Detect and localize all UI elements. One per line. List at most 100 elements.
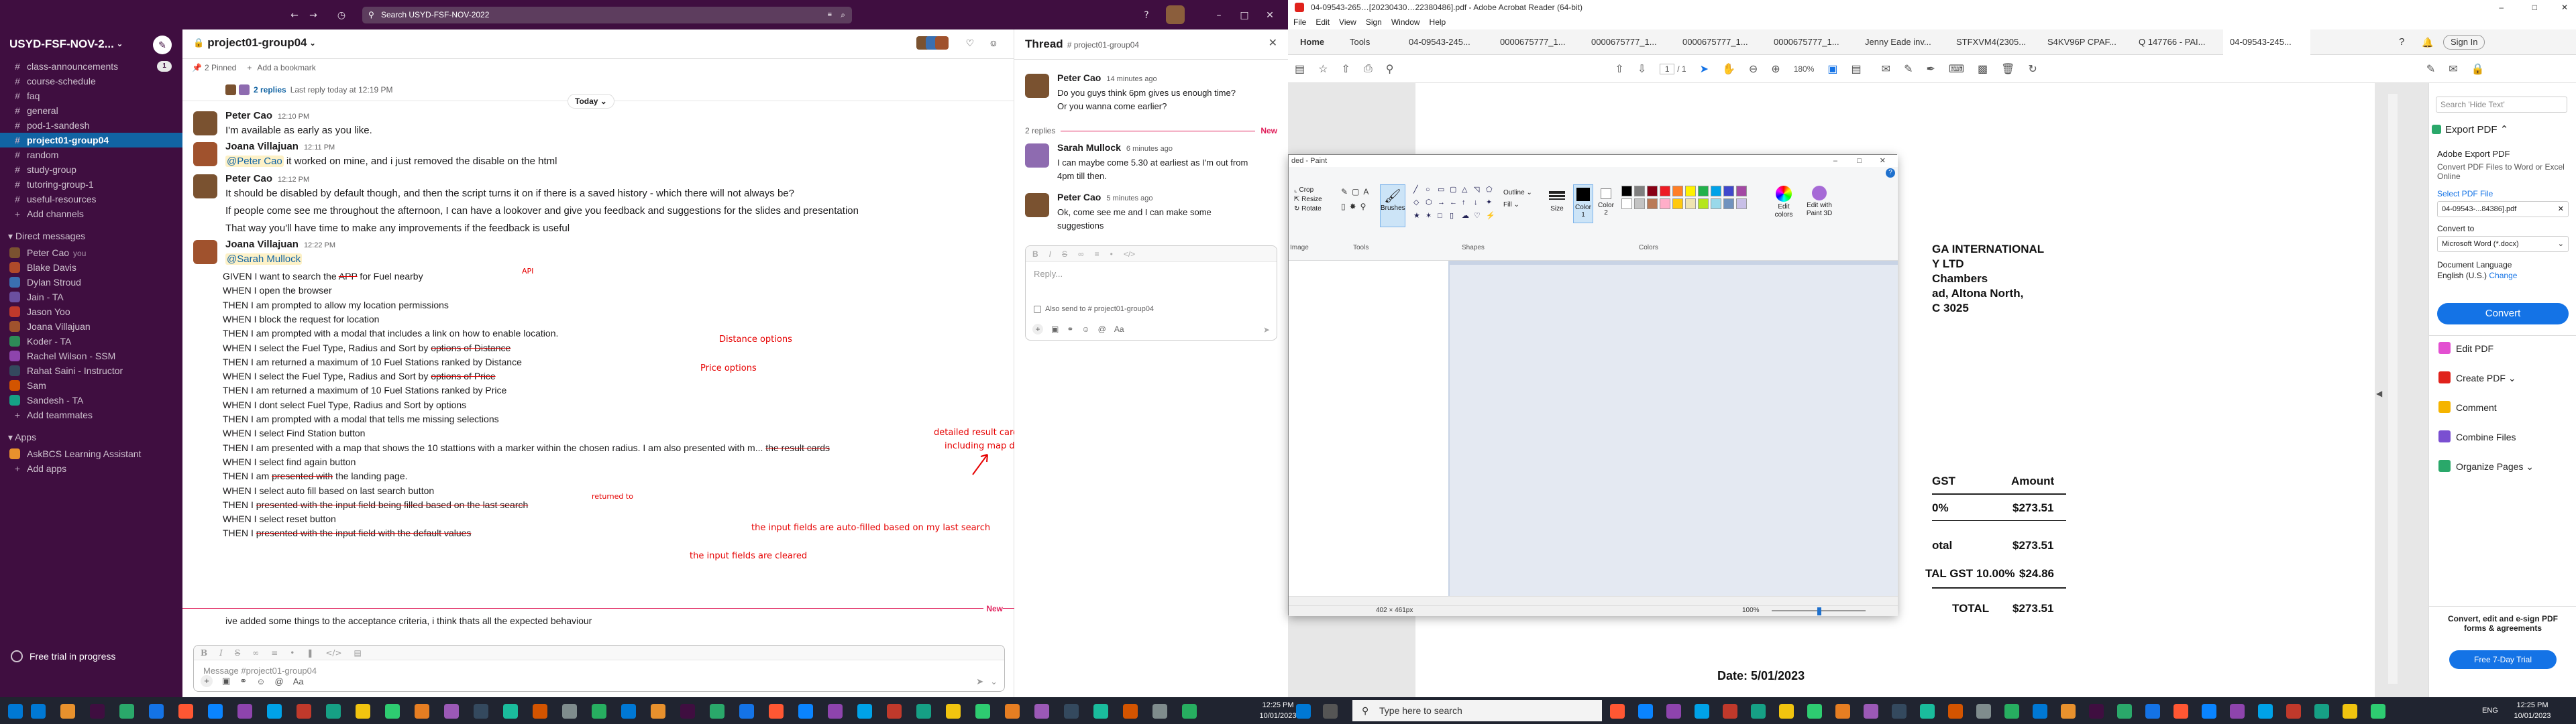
tools-search-input[interactable]: Search 'Hide Text' <box>2436 97 2567 113</box>
fill-dropdown[interactable]: Fill ⌄ <box>1503 199 1532 211</box>
color-swatch[interactable] <box>1723 186 1734 196</box>
magnifier-icon[interactable]: ⚲ <box>1360 202 1366 211</box>
menu-file[interactable]: File <box>1293 17 1306 27</box>
shape-icon[interactable]: ← <box>1450 197 1460 208</box>
taskbar-app-icon[interactable] <box>503 704 518 719</box>
fill-sign-icon[interactable]: ✎ <box>2426 62 2435 76</box>
text-icon[interactable]: ⌨ <box>1949 62 1964 76</box>
message-author[interactable]: Peter Cao 12:10 PM <box>225 110 309 121</box>
taskbar-app-icon[interactable] <box>1034 704 1049 719</box>
taskbar-app-icon[interactable] <box>798 704 813 719</box>
italic-icon[interactable]: I <box>1049 249 1051 259</box>
bookmark-star-icon[interactable]: ☆ <box>1318 62 1328 76</box>
italic-icon[interactable]: I <box>219 648 223 658</box>
zoom-thumb[interactable] <box>1817 607 1821 615</box>
color-swatch[interactable] <box>1647 198 1658 209</box>
code-icon[interactable]: </> <box>325 648 341 658</box>
workspace-name[interactable]: USYD-FSF-NOV-2... ⌄ <box>9 34 123 55</box>
size-button[interactable]: Size <box>1545 187 1569 213</box>
shape-icon[interactable]: ↓ <box>1474 197 1485 208</box>
taskbar-app-icon[interactable] <box>1807 704 1822 719</box>
dm-item[interactable]: Sandesh - TA <box>0 393 182 408</box>
notifications-icon[interactable]: 🔔 <box>2422 29 2433 55</box>
delete-icon[interactable]: 🗑 <box>2001 62 2015 76</box>
search-input[interactable]: ⚲ Search USYD-FSF-NOV-2022 ≡ ⌕ <box>362 7 852 23</box>
taskbar-app-icon[interactable] <box>621 704 636 719</box>
shape-icon[interactable]: ◇ <box>1413 197 1424 208</box>
shape-icon[interactable]: ⬡ <box>1426 197 1436 208</box>
convert-button[interactable]: Convert <box>2437 303 2569 324</box>
taskbar-app-icon[interactable] <box>828 704 843 719</box>
fit-page-icon[interactable]: ▣ <box>1827 62 1837 76</box>
user-avatar[interactable] <box>1166 5 1185 24</box>
sidebar-item-faq[interactable]: # faq <box>0 88 182 103</box>
taskbar-app-icon[interactable] <box>1779 704 1794 719</box>
language-indicator[interactable]: ENG <box>2482 707 2498 715</box>
send-icon[interactable]: ➤ <box>1263 325 1270 335</box>
taskbar-app-icon[interactable] <box>739 704 754 719</box>
document-tab[interactable]: 04-09543-245... <box>1402 29 1489 55</box>
avatar[interactable] <box>193 111 217 135</box>
reply-composer[interactable]: B I S ∞ ≡ • </> Reply... Also send to # … <box>1025 245 1277 341</box>
avatar[interactable] <box>193 142 217 166</box>
taskbar-app-icon[interactable] <box>90 704 105 719</box>
ordered-list-icon[interactable]: ≡ <box>1095 249 1099 259</box>
mention-icon[interactable]: @ <box>1098 324 1106 334</box>
taskbar-app-icon[interactable] <box>1610 704 1625 719</box>
color-swatch[interactable] <box>1711 186 1721 196</box>
taskbar-app-icon[interactable] <box>208 704 223 719</box>
panel-expand-icon[interactable]: ◀ <box>2376 389 2382 398</box>
dm-item[interactable]: Blake Davis <box>0 260 182 275</box>
shape-icon[interactable]: ✶ <box>1426 210 1436 222</box>
taskbar-app-icon[interactable] <box>887 704 902 719</box>
add-bookmark-button[interactable]: Add a bookmark <box>257 63 315 72</box>
highlight-icon[interactable]: ✎ <box>1904 62 1913 76</box>
add-member-icon[interactable]: ☺ <box>989 38 998 48</box>
eraser-icon[interactable]: ▯ <box>1341 202 1346 211</box>
menu-view[interactable]: View <box>1339 17 1356 27</box>
color-swatch[interactable] <box>1672 186 1683 196</box>
history-icon[interactable]: ◷ <box>335 9 347 21</box>
sidebar-item-tutoring-group-1[interactable]: # tutoring-group-1 <box>0 177 182 192</box>
shape-icon[interactable]: ⬠ <box>1486 184 1497 196</box>
menu-help[interactable]: Help <box>1430 17 1446 27</box>
headphones-icon[interactable]: ♡ <box>965 38 974 49</box>
scrollbar[interactable] <box>2388 94 2398 684</box>
add-apps-button[interactable]: + Add apps <box>0 461 182 476</box>
tab-tools[interactable]: Tools <box>1350 29 1370 55</box>
shape-icon[interactable]: ☁ <box>1462 210 1472 222</box>
document-tab[interactable]: Q 147766 - PAI... <box>2132 29 2219 55</box>
color1-button[interactable]: Color 1 <box>1573 184 1593 223</box>
color-swatch[interactable] <box>1672 198 1683 209</box>
hand-icon[interactable]: ✋ <box>1722 62 1735 76</box>
bold-icon[interactable]: B <box>201 648 207 658</box>
document-tab[interactable]: 0000675777_1... <box>1493 29 1580 55</box>
sign-in-button[interactable]: Sign In <box>2443 35 2485 50</box>
mention-icon[interactable]: @ <box>274 676 283 686</box>
brushes-button[interactable]: 🖌 Brushes <box>1380 184 1405 227</box>
close-icon[interactable]: ✕ <box>1264 9 1276 21</box>
taskbar-clock[interactable]: 12:25 PM 10/01/2023 <box>2509 700 2556 721</box>
shapes-gallery[interactable]: ╱ ○ ▭ ▢ △ ◹ ⬠ ◇ ⬡ → ← ↑ ↓ ✦ ★ ✶ □ ▯ ☁ ♡ ⚡ <box>1413 184 1501 222</box>
trial-status[interactable]: Free trial in progress <box>11 650 115 662</box>
forward-icon[interactable]: → <box>307 9 319 21</box>
message-author[interactable]: Peter Cao 14 minutes ago <box>1057 72 1157 83</box>
dm-item[interactable]: Rahat Saini - Instructor <box>0 363 182 378</box>
color-swatch[interactable] <box>1685 186 1696 196</box>
color-palette[interactable] <box>1621 186 1756 213</box>
resize-button[interactable]: ⇱ Resize <box>1294 195 1322 204</box>
taskbar-app-icon[interactable] <box>2286 704 2301 719</box>
edit-paint3d-button[interactable]: Edit with Paint 3D <box>1803 186 1836 218</box>
shape-icon[interactable]: ▭ <box>1438 184 1448 196</box>
taskbar-app-icon[interactable] <box>857 704 872 719</box>
dm-item[interactable]: Rachel Wilson - SSM <box>0 349 182 363</box>
zoom-select[interactable]: 180% <box>1794 64 1815 74</box>
color-swatch[interactable] <box>1736 186 1747 196</box>
also-send-checkbox[interactable]: Also send to # project01-group04 <box>1034 305 1154 313</box>
close-icon[interactable]: ✕ <box>1880 155 1886 167</box>
comment-icon[interactable]: ✉ <box>1882 62 1890 76</box>
code-icon[interactable]: </> <box>1124 249 1135 259</box>
edit-colors-button[interactable]: Edit colors <box>1770 186 1797 219</box>
start-icon[interactable] <box>8 704 23 719</box>
color-swatch[interactable] <box>1621 198 1632 209</box>
